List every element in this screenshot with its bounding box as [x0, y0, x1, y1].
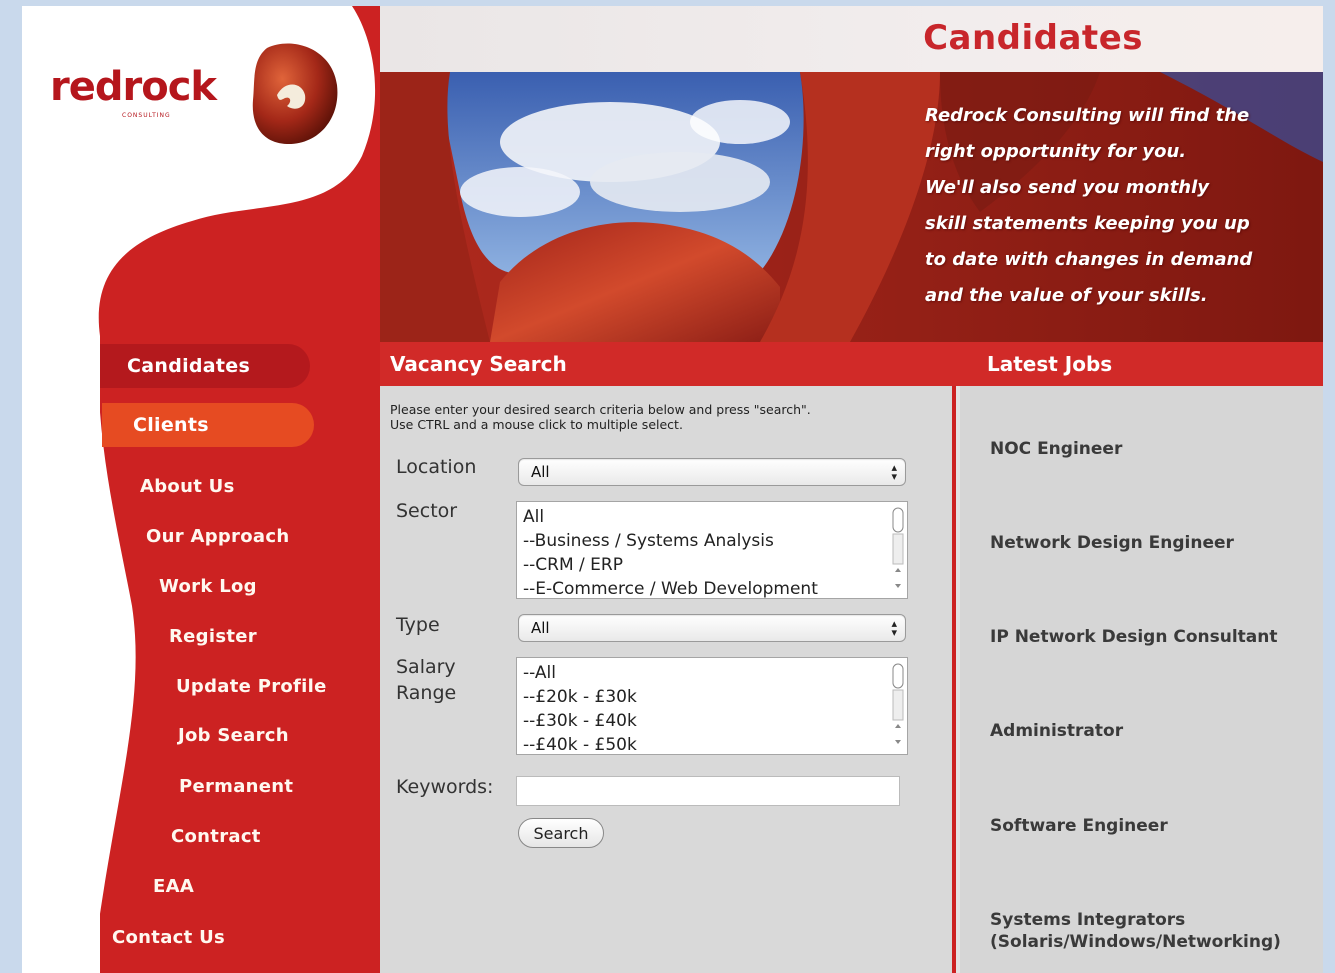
hero-tagline: Redrock Consulting will find the right o…: [925, 98, 1305, 314]
salary-option[interactable]: --£30k - £40k: [523, 709, 901, 733]
nav-link-contract[interactable]: Contract: [171, 826, 261, 847]
hero-line: Redrock Consulting will find the: [925, 105, 1250, 126]
salary-option[interactable]: --£40k - £50k: [523, 733, 901, 754]
salary-option[interactable]: --All: [523, 661, 901, 685]
salary-label-line: Salary: [396, 656, 456, 678]
page-frame: redrock CONSULTING Candidates Redrock Co…: [22, 6, 1323, 973]
page-title: Candidates: [923, 18, 1143, 58]
nav-link-our-approach[interactable]: Our Approach: [146, 526, 289, 547]
nav-candidates[interactable]: Candidates: [100, 344, 310, 388]
sector-scrollbar[interactable]: [892, 506, 904, 594]
hero-line: to date with changes in demand: [925, 249, 1253, 270]
job-link-noc-engineer[interactable]: NOC Engineer: [990, 438, 1122, 460]
location-select[interactable]: All ▴ ▾: [518, 458, 906, 486]
keywords-input[interactable]: [516, 776, 900, 806]
job-title-line: Systems Integrators: [990, 910, 1186, 930]
hero-line: We'll also send you monthly: [925, 177, 1210, 198]
location-label: Location: [396, 456, 477, 478]
search-instructions: Please enter your desired search criteri…: [390, 402, 950, 432]
job-link-systems-integrators[interactable]: Systems Integrators (Solaris/Windows/Net…: [990, 909, 1281, 953]
sector-label: Sector: [396, 500, 458, 522]
type-select[interactable]: All ▴ ▾: [518, 614, 906, 642]
nav-link-contact-us[interactable]: Contact Us: [112, 927, 225, 948]
logo-tagline: CONSULTING: [122, 112, 171, 119]
hero-banner: Redrock Consulting will find the right o…: [380, 72, 1323, 342]
latest-jobs-heading: Latest Jobs: [975, 342, 1323, 386]
nav-link-update-profile[interactable]: Update Profile: [176, 676, 327, 697]
hero-line: right opportunity for you.: [925, 141, 1187, 162]
search-button[interactable]: Search: [518, 818, 604, 848]
nav-link-job-search[interactable]: Job Search: [178, 725, 289, 746]
salary-label: Salary Range: [396, 654, 456, 706]
sector-option[interactable]: --Business / Systems Analysis: [523, 529, 901, 553]
salary-option[interactable]: --£20k - £30k: [523, 685, 901, 709]
vacancy-search-heading: Vacancy Search: [380, 342, 975, 386]
sector-option[interactable]: --CRM / ERP: [523, 553, 901, 577]
nav-link-permanent[interactable]: Permanent: [179, 776, 293, 797]
location-select-value: All: [531, 463, 550, 481]
nav-link-about-us[interactable]: About Us: [140, 476, 235, 497]
type-select-value: All: [531, 619, 550, 637]
header-band: Candidates: [380, 6, 1323, 72]
salary-listbox[interactable]: --All --£20k - £30k --£30k - £40k --£40k…: [516, 657, 908, 755]
instruction-line: Use CTRL and a mouse click to multiple s…: [390, 417, 683, 432]
vacancy-search-panel: Please enter your desired search criteri…: [380, 386, 952, 973]
salary-label-line: Range: [396, 682, 457, 704]
job-link-administrator[interactable]: Administrator: [990, 720, 1123, 742]
nav-clients[interactable]: Clients: [102, 403, 314, 447]
red-rock-logo-icon[interactable]: [247, 40, 339, 150]
job-link-ip-network-design-consultant[interactable]: IP Network Design Consultant: [990, 626, 1278, 648]
job-title-line: (Solaris/Windows/Networking): [990, 932, 1281, 952]
job-link-network-design-engineer[interactable]: Network Design Engineer: [990, 532, 1234, 554]
select-arrows-icon: ▴ ▾: [891, 461, 897, 483]
logo-wordmark[interactable]: redrock: [50, 64, 217, 110]
nav-link-eaa[interactable]: EAA: [153, 876, 194, 897]
hero-line: skill statements keeping you up: [925, 213, 1250, 234]
select-arrows-icon: ▴ ▾: [891, 617, 897, 639]
salary-scrollbar[interactable]: [892, 662, 904, 750]
nav-link-work-log[interactable]: Work Log: [159, 576, 257, 597]
type-label: Type: [396, 614, 440, 636]
sector-listbox[interactable]: All --Business / Systems Analysis --CRM …: [516, 501, 908, 599]
keywords-label: Keywords:: [396, 776, 494, 798]
latest-jobs-panel: NOC Engineer Network Design Engineer IP …: [956, 386, 1323, 973]
sector-option[interactable]: --E-Commerce / Web Development: [523, 577, 901, 598]
instruction-line: Please enter your desired search criteri…: [390, 402, 811, 417]
nav-link-register[interactable]: Register: [169, 626, 257, 647]
sector-option[interactable]: All: [523, 505, 901, 529]
job-link-software-engineer[interactable]: Software Engineer: [990, 815, 1168, 837]
hero-line: and the value of your skills.: [925, 285, 1208, 306]
